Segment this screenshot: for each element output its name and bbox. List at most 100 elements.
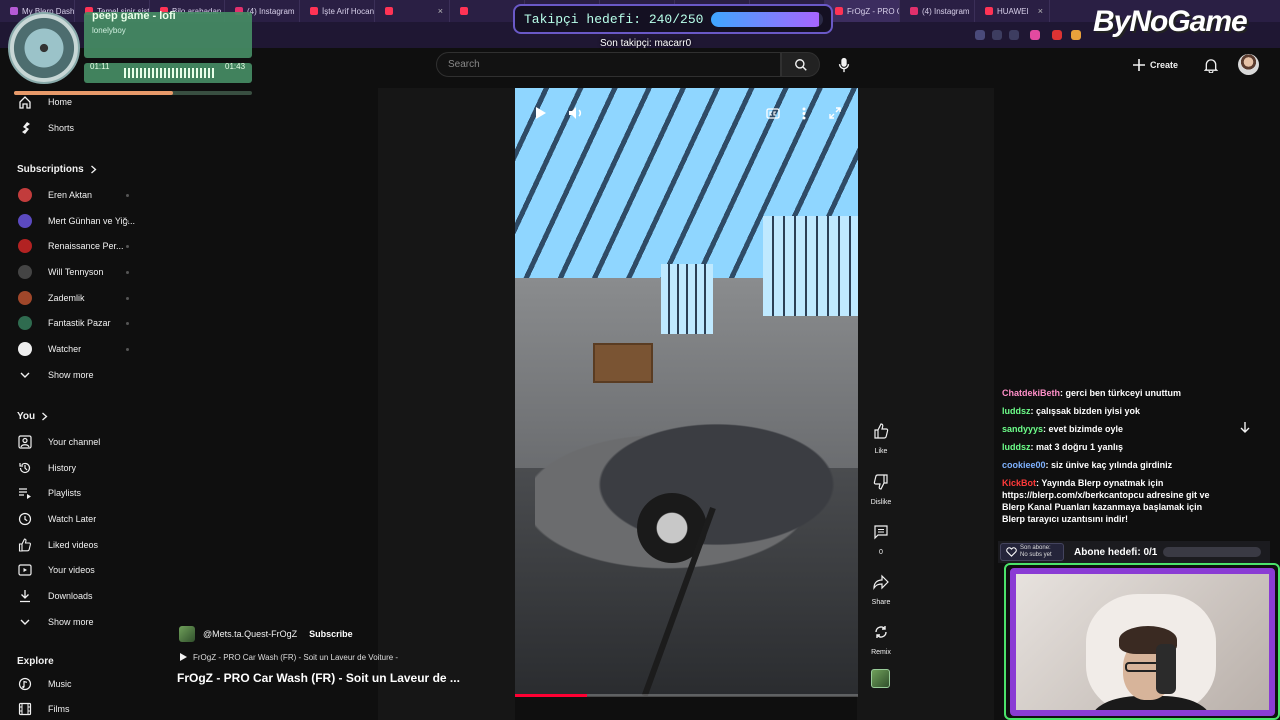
extension-icon[interactable] bbox=[1071, 30, 1081, 40]
sidebar-item-music[interactable]: Music bbox=[0, 672, 150, 696]
fullscreen-button[interactable] bbox=[826, 104, 844, 122]
sidebar-item-shorts[interactable]: Shorts bbox=[0, 116, 150, 140]
browser-tab[interactable]: HUAWEI × bbox=[975, 0, 1050, 22]
chat-username: sandyyys bbox=[1002, 424, 1044, 434]
like-button[interactable]: Like bbox=[864, 423, 898, 455]
new-content-dot bbox=[126, 322, 129, 325]
video-progress-bar[interactable] bbox=[515, 694, 858, 697]
browser-tab[interactable]: İşte Arif Hocanın N× bbox=[300, 0, 375, 22]
bookmark-star-icon[interactable] bbox=[1009, 30, 1019, 40]
sidebar-section-subscriptions[interactable]: Subscriptions bbox=[17, 164, 97, 175]
account-avatar[interactable] bbox=[1238, 54, 1259, 75]
sidebar-item-show-more[interactable]: Show more bbox=[0, 610, 150, 634]
last-follower: Son takipçi: macarr0 bbox=[600, 38, 692, 49]
channel-logo[interactable] bbox=[179, 626, 195, 642]
video-title[interactable]: FrOgZ - PRO Car Wash (FR) - Soit un Lave… bbox=[177, 671, 460, 685]
chevron-down-icon bbox=[18, 615, 32, 629]
sidebar-item-subscription[interactable]: Renaissance Per... bbox=[0, 234, 150, 258]
sidebar-item-subscription[interactable]: Mert Günhan ve Yiğ... bbox=[0, 209, 150, 233]
sidebar-item-thumbs-up[interactable]: Liked videos bbox=[0, 533, 150, 557]
sidebar-item-video[interactable]: Your videos bbox=[0, 558, 150, 582]
chat-text: gerci ben türkceyi unuttum bbox=[1065, 388, 1182, 398]
channel-avatar bbox=[18, 342, 32, 356]
music-progress-fill bbox=[14, 91, 174, 95]
search-input[interactable] bbox=[448, 59, 768, 70]
chevron-right-icon bbox=[90, 165, 97, 174]
sidebar-item-channel[interactable]: Your channel bbox=[0, 430, 150, 454]
create-button[interactable]: Create bbox=[1133, 54, 1178, 76]
remix-icon bbox=[875, 626, 887, 638]
search-button[interactable] bbox=[781, 52, 820, 77]
music-icon bbox=[18, 677, 32, 691]
home-icon bbox=[18, 95, 32, 109]
more-options-button[interactable] bbox=[797, 104, 811, 122]
scroll-down-button[interactable] bbox=[1238, 421, 1252, 435]
sidebar-item-subscription[interactable]: Zademlik bbox=[0, 286, 150, 310]
sidebar-item-playlists[interactable]: Playlists bbox=[0, 481, 150, 505]
notifications-button[interactable] bbox=[1200, 54, 1222, 76]
tab-favicon bbox=[385, 7, 393, 15]
dislike-button[interactable]: Dislike bbox=[864, 474, 898, 506]
video-frame-window bbox=[661, 264, 713, 334]
chat-username: KickBot bbox=[1002, 478, 1037, 488]
music-title: peep game - lofi bbox=[92, 10, 176, 22]
extension-icon[interactable] bbox=[975, 30, 985, 40]
channel-avatar bbox=[18, 188, 32, 202]
shorts-icon bbox=[18, 121, 32, 135]
thumbs-down-icon bbox=[873, 474, 888, 490]
tab-close-icon[interactable]: × bbox=[438, 6, 443, 16]
channel-name[interactable]: @Mets.ta.Quest-FrOgZ bbox=[203, 629, 297, 639]
sidebar-item-clock[interactable]: Watch Later bbox=[0, 507, 150, 531]
chat-overlay: ChatdekiBeth: gerci ben türkceyi unuttum… bbox=[1002, 387, 1222, 531]
tab-title: (4) Instagram bbox=[922, 6, 970, 16]
volume-button[interactable] bbox=[566, 104, 586, 122]
sidebar-item-film[interactable]: Films bbox=[0, 697, 150, 720]
new-content-dot bbox=[126, 348, 129, 351]
follower-goal-widget: Takipçi hedefi: 240/250 bbox=[513, 4, 833, 34]
sidebar-item-label: Show more bbox=[48, 617, 94, 627]
browser-tab[interactable]: × bbox=[375, 0, 450, 22]
subscribe-button[interactable]: Subscribe bbox=[305, 627, 357, 641]
browser-tab[interactable]: (4) Instagram× bbox=[900, 0, 975, 22]
search-box[interactable] bbox=[436, 52, 781, 77]
captions-button[interactable] bbox=[764, 104, 782, 122]
sidebar-item-download[interactable]: Downloads bbox=[0, 584, 150, 608]
extension-icon[interactable] bbox=[1030, 30, 1040, 40]
extension-icon[interactable] bbox=[1052, 30, 1062, 40]
voice-search-button[interactable] bbox=[830, 52, 857, 77]
play-button[interactable] bbox=[532, 104, 550, 122]
last-subscriber-value: No subs yet bbox=[1020, 552, 1052, 558]
streamer-logo: ByNoGame bbox=[1093, 5, 1248, 38]
sidebar-item-subscription[interactable]: Will Tennyson bbox=[0, 260, 150, 284]
share-button[interactable]: Share bbox=[864, 574, 898, 606]
sidebar-item-subscription[interactable]: Eren Aktan bbox=[0, 183, 150, 207]
sidebar-item-show-more[interactable]: Show more bbox=[0, 363, 150, 387]
tab-close-icon[interactable]: × bbox=[1038, 6, 1043, 16]
sidebar-item-subscription[interactable]: Fantastik Pazar bbox=[0, 311, 150, 335]
shorts-video-player[interactable] bbox=[515, 88, 858, 696]
sidebar-section-you[interactable]: You bbox=[17, 411, 48, 422]
sidebar-item-label: Shorts bbox=[48, 123, 75, 133]
heart-icon bbox=[1006, 547, 1017, 557]
chat-message: luddsz: mat 3 doğru 1 yanlış bbox=[1002, 441, 1222, 453]
new-content-dot bbox=[126, 194, 129, 197]
remix-button[interactable]: Remix bbox=[864, 624, 898, 656]
sidebar-item-label: Watch Later bbox=[48, 514, 97, 524]
music-total: 01:43 bbox=[225, 62, 246, 71]
tab-title: HUAWEI bbox=[997, 6, 1029, 16]
browser-tab[interactable]: FrOgZ - PRO Car W× bbox=[825, 0, 900, 22]
sidebar-item-history[interactable]: History bbox=[0, 456, 150, 480]
sidebar-item-label: Fantastik Pazar bbox=[48, 318, 111, 328]
volume-icon bbox=[569, 107, 582, 119]
subscriber-goal-text: Abone hedefi: 0/1 bbox=[1074, 546, 1158, 558]
sound-thumbnail[interactable] bbox=[871, 669, 890, 688]
comments-button[interactable]: 0 bbox=[864, 524, 898, 556]
channel-avatar bbox=[18, 316, 32, 330]
now-playing-row[interactable]: FrOgZ - PRO Car Wash (FR) - Soit un Lave… bbox=[179, 652, 398, 662]
sidebar-item-label: Mert Günhan ve Yiğ... bbox=[48, 216, 136, 226]
search-icon bbox=[794, 58, 807, 71]
zoom-icon[interactable] bbox=[992, 30, 1002, 40]
sidebar-item-subscription[interactable]: Watcher bbox=[0, 337, 150, 361]
share-icon bbox=[873, 574, 889, 590]
history-icon bbox=[19, 462, 31, 474]
